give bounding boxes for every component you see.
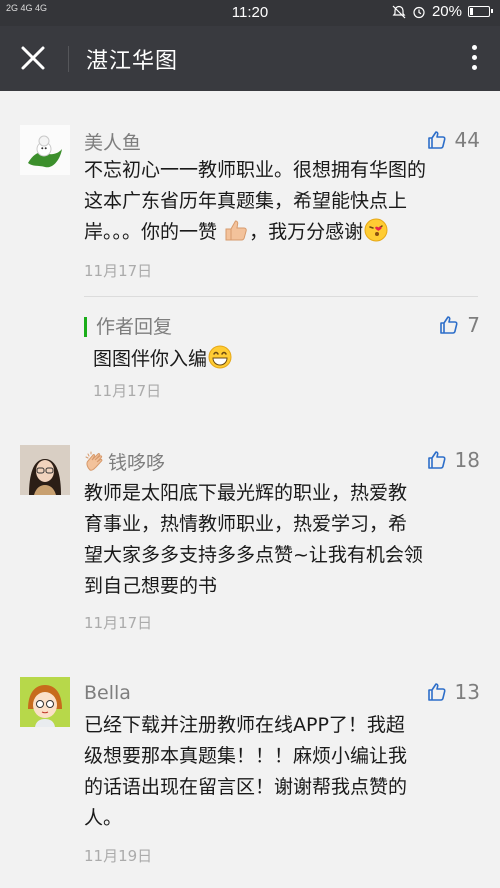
more-button[interactable]: [468, 42, 480, 74]
comment-text-line: 已经下载并注册教师在线APP了！我超: [84, 714, 405, 736]
status-bar: 2G 4G 4G 11:20 20%: [0, 0, 500, 26]
reply-text-segment: 图图伴你入编: [93, 348, 208, 370]
comment-text: 不忘初心一一教师职业。很想拥有华图的 这本广东省历年真题集，希望能快点上 岸。。…: [84, 155, 484, 253]
like-button[interactable]: 44: [427, 128, 480, 152]
avatar-cartoon-image: [20, 677, 70, 727]
battery-percent: 20%: [431, 3, 462, 20]
comment-text-line: 人。: [84, 807, 123, 829]
reply-divider: [84, 296, 478, 297]
comment-text: 已经下载并注册教师在线APP了！我超 级想要那本真题集！！！麻烦小编让我 的话语…: [84, 710, 484, 834]
comment-text-line: 教师是太阳底下最光辉的职业，热爱教: [84, 482, 408, 504]
thumbs-up-icon: [427, 131, 446, 149]
avatar: [20, 445, 70, 495]
comment-author: 钱哆哆: [84, 448, 165, 479]
page-title: 湛江华图: [86, 49, 179, 74]
like-count: 18: [454, 448, 480, 472]
comment-text-line: 的话语出现在留言区！谢谢帮我点赞的: [84, 776, 408, 798]
thumbs-up-icon: [427, 451, 446, 469]
avatar-photo-image: [20, 445, 70, 495]
close-icon: [21, 46, 45, 70]
clapping-hands-icon: [84, 450, 108, 479]
comment-text-line: 这本广东省历年真题集，希望能快点上: [84, 190, 408, 212]
comment-date: 11月19日: [84, 847, 153, 865]
comment-author: 美人鱼: [84, 132, 142, 154]
like-count: 44: [454, 128, 480, 152]
comment-text-line: 级想要那本真题集！！！麻烦小编让我: [84, 745, 408, 767]
comment-text-line: 望大家多多支持多多点赞~让我有机会领: [84, 544, 423, 566]
reply-date: 11月17日: [93, 382, 162, 400]
comment-author: Bella: [84, 682, 131, 704]
comment-text-segment: ，我万分感谢: [249, 221, 364, 243]
like-button[interactable]: 13: [427, 680, 480, 704]
comment-text: 教师是太阳底下最光辉的职业，热爱教 育事业，热情教师职业，热爱学习，希 望大家多…: [84, 478, 484, 602]
comment-text-line: 育事业，热情教师职业，热爱学习，希: [84, 513, 408, 535]
like-button[interactable]: 18: [427, 448, 480, 472]
author-reply-label: 作者回复: [84, 317, 172, 337]
comment-date: 11月17日: [84, 262, 153, 280]
grin-emoji-icon: [207, 344, 233, 380]
avatar: [20, 125, 70, 175]
alarm-icon: [413, 6, 425, 18]
comment-text-line-3: 岸。。。你的一赞 ，我万分感谢: [84, 217, 484, 253]
comment-text-line: 不忘初心一一教师职业。很想拥有华图的: [84, 159, 427, 181]
comment-text-line: 到自己想要的书: [84, 575, 218, 597]
thumbs-up-emoji-icon: [223, 217, 249, 253]
close-button[interactable]: [18, 43, 48, 73]
avatar-mermaid-image: [20, 125, 70, 175]
title-divider: [68, 46, 69, 72]
more-icon: [468, 45, 480, 70]
avatar: [20, 677, 70, 727]
comment-date: 11月17日: [84, 614, 153, 632]
thumbs-up-icon: [427, 683, 446, 701]
bell-off-icon: [392, 5, 406, 18]
status-right: 20%: [392, 3, 493, 20]
like-count: 7: [467, 313, 480, 337]
comment-text-segment: 岸。。。你的一赞: [84, 221, 218, 243]
reply-text: 图图伴你入编: [93, 344, 493, 380]
title-bar: 湛江华图: [0, 26, 500, 91]
reply-like-button[interactable]: 7: [439, 313, 480, 337]
like-count: 13: [454, 680, 480, 704]
kiss-emoji-icon: [363, 217, 389, 253]
comment-author-name: 钱哆哆: [108, 452, 166, 474]
thumbs-up-icon: [440, 316, 458, 334]
battery-icon: [468, 6, 493, 17]
